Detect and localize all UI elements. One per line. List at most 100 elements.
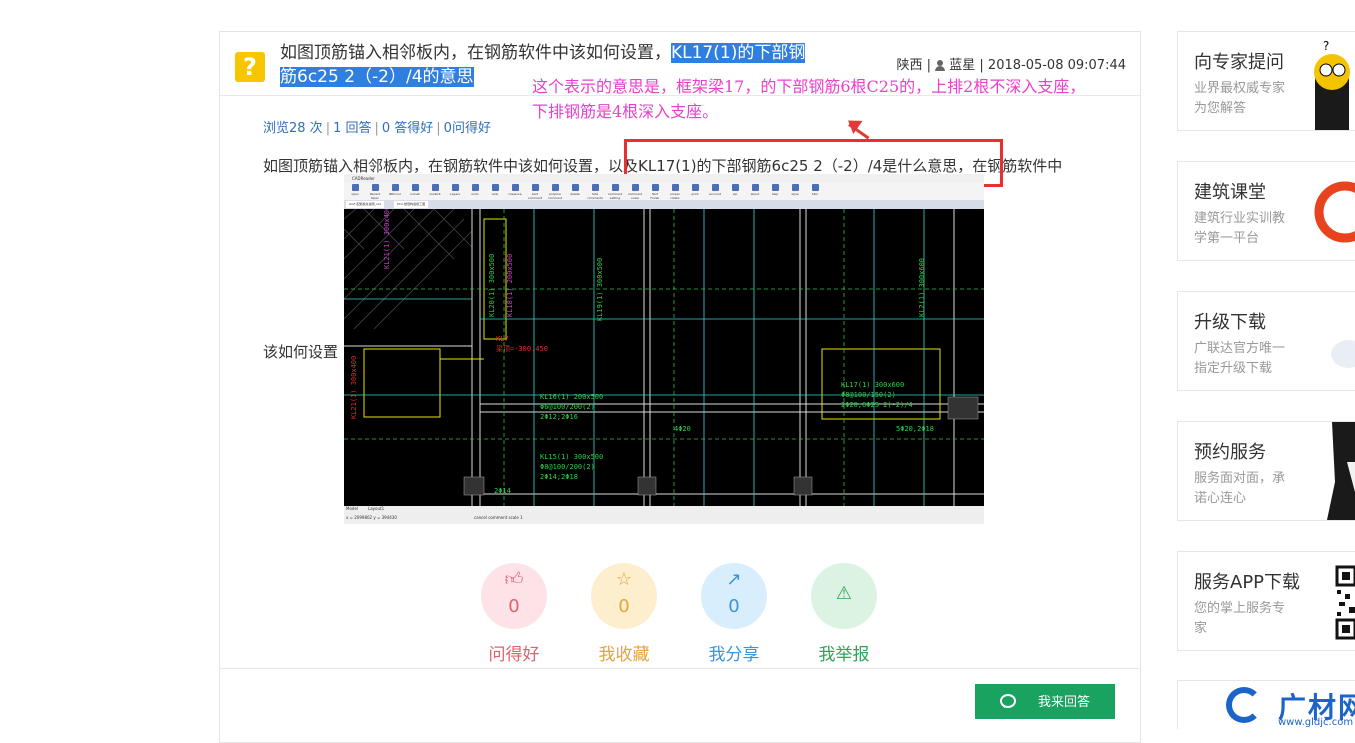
sidebar-classroom[interactable]: 建筑课堂 建筑行业实训教学第一平台 bbox=[1177, 161, 1355, 261]
svg-text:?: ? bbox=[1323, 39, 1329, 53]
cad-title-bar: CADReader bbox=[344, 174, 984, 183]
classroom-logo-icon bbox=[1314, 181, 1355, 243]
cad-label-kl-red: KL21(1) 300x400 bbox=[350, 356, 358, 419]
answer-button[interactable]: 我来回答 bbox=[975, 684, 1115, 725]
sidebar-appointment-desc: 服务面对面，承诺心连心 bbox=[1194, 471, 1286, 506]
share-circle[interactable]: ↗ 0 bbox=[701, 563, 767, 629]
service-person-icon bbox=[1327, 422, 1355, 520]
cad-toolbar-button[interactable]: measure bbox=[507, 183, 523, 200]
cad-toolbar-button[interactable]: text comment bbox=[527, 183, 543, 200]
action-bar: 👍︎ 0 问得好 ☆ 0 我收藏 ↗ 0 我分享 ⚠ 我举报 bbox=[480, 563, 880, 668]
warning-icon: ⚠ bbox=[835, 583, 853, 604]
sidebar-upgrade-desc: 广联达官方唯一指定升级下载 bbox=[1194, 341, 1286, 376]
views-count: 浏览28 次 bbox=[263, 121, 323, 136]
answers-count[interactable]: 1 回答 bbox=[333, 121, 371, 136]
cad-tab-2: PCC-楼层构造施工图 bbox=[394, 201, 429, 208]
favorite-label: 我收藏 bbox=[598, 645, 650, 665]
cad-toolbar-button[interactable]: Text Finder bbox=[647, 183, 663, 200]
footer-divider bbox=[219, 668, 1139, 669]
cad-label-v3: KL18(1) 200x500 bbox=[506, 254, 514, 317]
qr-code-icon bbox=[1335, 565, 1355, 640]
cad-toolbar-button[interactable]: Recent Open bbox=[367, 183, 383, 200]
good-answers-count: 0 答得好 bbox=[381, 121, 434, 136]
body-before-box: 如图顶筋锚入相邻板内，在钢筋软件中该如何设置， bbox=[263, 157, 609, 175]
sidebar-app-desc: 您的掌上服务专家 bbox=[1194, 601, 1286, 636]
cad-toolbar: open Recent Open BRIconl iconall zoolbrit Lay… bbox=[344, 183, 984, 200]
title-highlight-1: KL17(1)的下部钢 bbox=[671, 43, 806, 63]
cad-label-v1: KL21(1) 300x400 bbox=[383, 209, 391, 269]
favorite-circle[interactable]: ☆ 0 bbox=[591, 563, 657, 629]
brand-banner[interactable]: 广材网 www.gldjc.com bbox=[1177, 680, 1355, 729]
share-action[interactable]: ↗ 0 我分享 bbox=[700, 563, 768, 665]
question-meta: 陕西 | 蓝星 | 2018-05-08 09:07:44 bbox=[896, 58, 1126, 73]
cad-toolbar-button[interactable]: undo bbox=[467, 183, 483, 200]
cad-toolbar-button[interactable]: hide comments bbox=[587, 183, 603, 200]
sidebar-upgrade-download[interactable]: 升级下载 广联达官方唯一指定升级下载 bbox=[1177, 291, 1355, 391]
cad-toolbar-button[interactable]: iconall bbox=[407, 183, 423, 200]
cad-toolbar-button[interactable]: delete bbox=[567, 183, 583, 200]
chat-bubble-icon bbox=[1000, 690, 1016, 725]
sidebar-classroom-title: 建筑课堂 bbox=[1194, 182, 1266, 203]
cad-toolbar-button[interactable]: Layers bbox=[447, 183, 463, 200]
cad-toolbar-button[interactable]: comment scale bbox=[627, 183, 643, 200]
cad-toolbar-button[interactable]: print bbox=[687, 183, 703, 200]
good-question-circle[interactable]: 👍︎ 0 bbox=[481, 563, 547, 629]
answer-button-label: 我来回答 bbox=[1038, 694, 1091, 709]
cloud-download-icon bbox=[1331, 340, 1355, 368]
favorite-action[interactable]: ☆ 0 我收藏 bbox=[590, 563, 658, 665]
report-label: 我举报 bbox=[818, 645, 870, 665]
good-questions-count: 0问得好 bbox=[443, 121, 491, 136]
annotation-line-2: 下排钢筋是4根深入支座。 bbox=[532, 102, 719, 121]
question-mark-icon: ? bbox=[235, 52, 265, 82]
question-stats: 浏览28 次 | 1 回答 | 0 答得好 | 0问得好 bbox=[263, 121, 491, 136]
author-link[interactable]: 蓝星 bbox=[949, 58, 975, 73]
cad-screenshot[interactable]: CADReader open Recent Open BRIconl iconall z… bbox=[344, 174, 984, 524]
cad-toolbar-button[interactable]: vip bbox=[727, 183, 743, 200]
good-question-action[interactable]: 👍︎ 0 问得好 bbox=[480, 563, 548, 665]
cad-toolbar-button[interactable]: style bbox=[787, 183, 803, 200]
cad-toolbar-button[interactable]: zoolbrit bbox=[427, 183, 443, 200]
cad-toolbar-button[interactable]: open bbox=[347, 183, 363, 200]
thumbs-up-icon: 👍︎ bbox=[504, 569, 524, 590]
cad-toolbar-button[interactable]: Skin bbox=[807, 183, 823, 200]
sidebar-appointment[interactable]: 预约服务 服务面对面，承诺心连心 bbox=[1177, 421, 1355, 521]
cad-toolbar-button[interactable]: polyline comment bbox=[547, 183, 563, 200]
report-action[interactable]: ⚠ 我举报 bbox=[810, 563, 878, 665]
cad-label-phi18: 5Φ20,2Φ18 bbox=[896, 425, 934, 433]
cad-label-kl16-a: Φ6@100/200(2) bbox=[540, 403, 595, 411]
cad-label-phi14: 2Φ14 bbox=[494, 487, 511, 495]
good-question-count: 0 bbox=[508, 596, 520, 617]
good-question-label: 问得好 bbox=[488, 645, 540, 665]
sidebar-app-download[interactable]: 服务APP下载 您的掌上服务专家 bbox=[1177, 551, 1355, 651]
cad-label-kl15-b: 2Φ14;2Φ18 bbox=[540, 473, 578, 481]
question-body-tail: 该如何设置 bbox=[263, 343, 339, 361]
cad-toolbar-button[interactable]: about bbox=[747, 183, 763, 200]
cad-label-v5: KL2(1) 300x600 bbox=[918, 258, 926, 317]
favorite-count: 0 bbox=[618, 596, 630, 617]
cad-label-phi20: 4Φ20 bbox=[674, 425, 691, 433]
cad-label-kl15: KL15(1) 300x500 bbox=[540, 453, 603, 461]
cad-label-kl16: KL16(1) 200x500 bbox=[540, 393, 603, 401]
share-count: 0 bbox=[728, 596, 740, 617]
brand-url: www.gldjc.com bbox=[1278, 717, 1354, 728]
cad-label-kl7: KL7 bbox=[496, 335, 509, 343]
cad-toolbar-button[interactable]: redo bbox=[487, 183, 503, 200]
report-circle[interactable]: ⚠ bbox=[811, 563, 877, 629]
cad-label-kl17: KL17(1) 300x600 bbox=[841, 381, 904, 389]
cad-coords: x = 2099802 y = 394430 bbox=[346, 515, 397, 520]
cad-layout-tab: Layout1 bbox=[368, 506, 385, 511]
sidebar-appointment-title: 预约服务 bbox=[1194, 442, 1266, 463]
cad-toolbar-button[interactable]: help bbox=[767, 183, 783, 200]
pink-annotation: 这个表示的意思是，框架梁17，的下部钢筋6根C25的，上排2根不深入支座， 下排… bbox=[532, 74, 1212, 124]
region-link[interactable]: 陕西 bbox=[896, 58, 922, 73]
cad-toolbar-button[interactable]: comment setting bbox=[607, 183, 623, 200]
cad-toolbar-button[interactable]: screen rotate bbox=[667, 183, 683, 200]
cad-toolbar-button[interactable]: BRIconl bbox=[387, 183, 403, 200]
share-icon: ↗ bbox=[726, 569, 742, 590]
star-icon: ☆ bbox=[615, 569, 633, 590]
cad-label-v2: KL20(1) 300x500 bbox=[488, 254, 496, 317]
post-date: 2018-05-08 09:07:44 bbox=[987, 58, 1126, 73]
cad-label-kl17-a: Φ8@100/150(2) bbox=[841, 391, 896, 399]
sidebar-upgrade-title: 升级下载 bbox=[1194, 312, 1266, 333]
cad-toolbar-button[interactable]: account bbox=[707, 183, 723, 200]
